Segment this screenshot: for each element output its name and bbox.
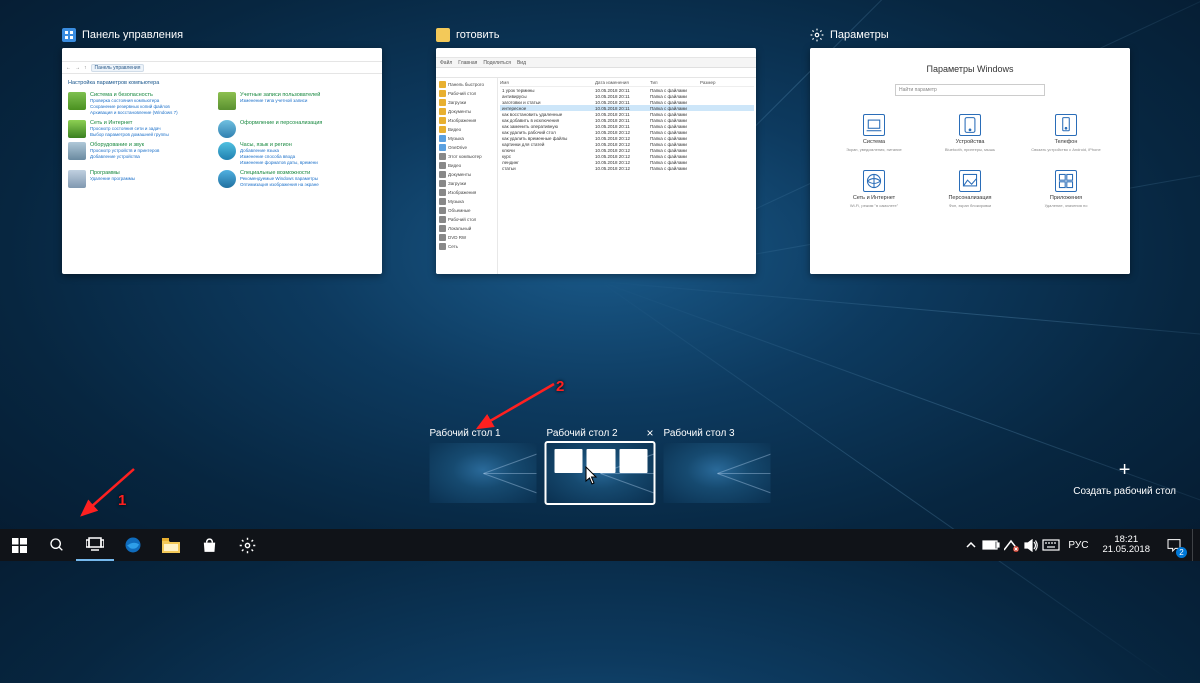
taskview-open-windows: Панель управления ←→↑Панель управления Н…: [62, 28, 1170, 274]
new-desktop-label: Создать рабочий стол: [1073, 486, 1176, 497]
vd-label: Рабочий стол 3: [664, 428, 735, 439]
network-disconnected-icon[interactable]: [1002, 529, 1020, 561]
date-text: 21.05.2018: [1102, 545, 1150, 555]
folder-icon: [436, 28, 450, 42]
taskview-window-control-panel[interactable]: Панель управления ←→↑Панель управления Н…: [62, 28, 382, 274]
settings-search-input[interactable]: Найти параметр: [895, 84, 1045, 96]
taskview-thumb[interactable]: ←→↑Панель управления Настройка параметро…: [62, 48, 382, 274]
gear-icon: [810, 28, 824, 42]
annotation-2: 2: [556, 378, 564, 395]
taskview-thumb[interactable]: ФайлГлавнаяПоделитьсяВид Панель быстрого…: [436, 48, 756, 274]
annotation-arrow-1: [76, 463, 152, 523]
plus-icon: +: [1119, 460, 1131, 480]
start-button[interactable]: [0, 529, 38, 561]
vd-label: Рабочий стол 2: [547, 428, 618, 439]
taskview-thumb[interactable]: Параметры Windows Найти параметр Система…: [810, 48, 1130, 274]
show-desktop-button[interactable]: [1192, 529, 1198, 561]
store-button[interactable]: [190, 529, 228, 561]
clock[interactable]: 18:21 21.05.2018: [1096, 535, 1156, 556]
taskview-button[interactable]: [76, 529, 114, 561]
search-button[interactable]: [38, 529, 76, 561]
control-panel-icon: [62, 28, 76, 42]
edge-button[interactable]: [114, 529, 152, 561]
file-explorer-button[interactable]: [152, 529, 190, 561]
volume-icon[interactable]: [1022, 529, 1040, 561]
virtual-desktop-3[interactable]: Рабочий стол 3: [664, 426, 771, 503]
action-center-button[interactable]: 2: [1158, 529, 1190, 561]
taskview-window-title: Панель управления: [82, 29, 183, 41]
taskview-window-explorer[interactable]: готовить ФайлГлавнаяПоделитьсяВид Панель…: [436, 28, 756, 274]
virtual-desktop-2[interactable]: Рабочий стол 2 ×: [547, 426, 654, 503]
taskview-window-title: готовить: [456, 29, 499, 41]
notification-badge: 2: [1176, 547, 1187, 558]
battery-icon[interactable]: [982, 529, 1000, 561]
taskview-window-title: Параметры: [830, 29, 889, 41]
virtual-desktop-strip: Рабочий стол 1Рабочий стол 2×Рабочий сто…: [430, 426, 771, 503]
keyboard-icon[interactable]: [1042, 529, 1060, 561]
close-icon[interactable]: ×: [646, 426, 653, 440]
tray-chevron-icon[interactable]: [962, 529, 980, 561]
vd-label: Рабочий стол 1: [430, 428, 501, 439]
settings-button[interactable]: [228, 529, 266, 561]
virtual-desktop-1[interactable]: Рабочий стол 1: [430, 426, 537, 503]
language-indicator[interactable]: РУС: [1062, 540, 1094, 551]
taskview-window-settings[interactable]: Параметры Параметры Windows Найти параме…: [810, 28, 1130, 274]
new-desktop-button[interactable]: + Создать рабочий стол: [1073, 460, 1176, 497]
taskbar: РУС 18:21 21.05.2018 2: [0, 529, 1200, 561]
annotation-1: 1: [118, 492, 126, 509]
